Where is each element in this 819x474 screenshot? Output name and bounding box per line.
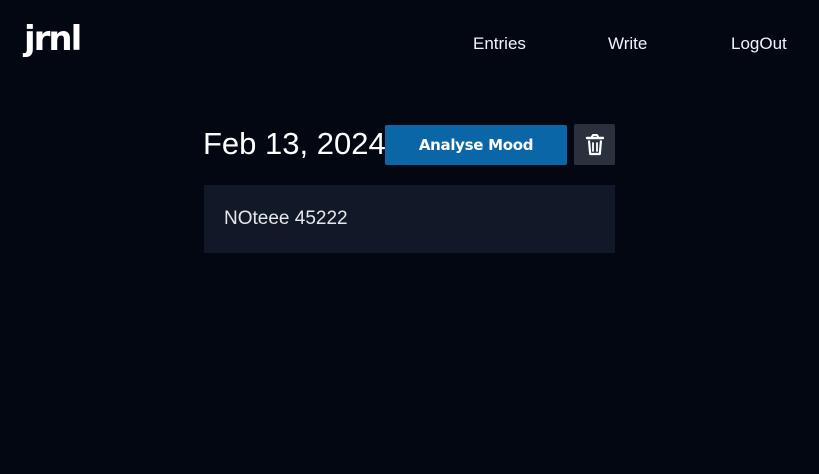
nav-write-link[interactable]: Write [608, 34, 647, 54]
entry-date: Feb 13, 2024 [203, 126, 386, 161]
entry-body: NOteee 45222 [224, 208, 348, 229]
nav-logout-link[interactable]: LogOut [731, 34, 787, 54]
analyse-mood-button[interactable]: Analyse Mood [385, 125, 567, 165]
app-logo[interactable]: jrnl [24, 22, 82, 56]
top-navigation: jrnl Entries Write LogOut [0, 0, 819, 88]
trash-icon [585, 133, 604, 155]
entry-card: NOteee 45222 [204, 185, 615, 253]
nav-entries-link[interactable]: Entries [473, 34, 526, 54]
delete-entry-button[interactable] [574, 124, 615, 165]
